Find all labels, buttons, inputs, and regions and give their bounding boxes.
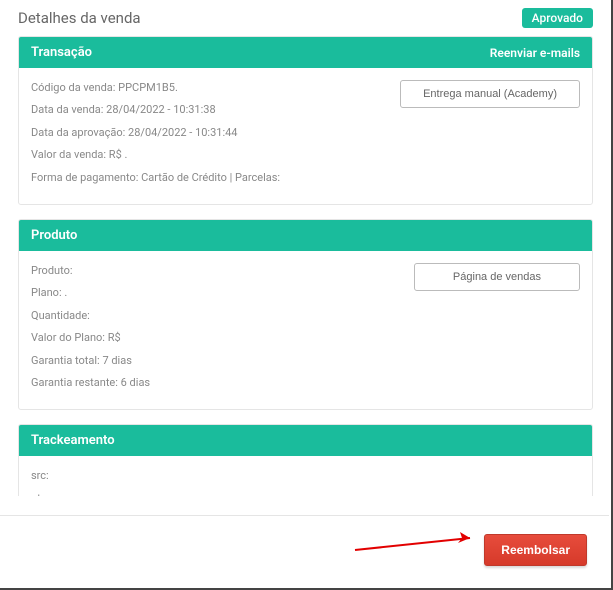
sale-value-field: Valor da venda: R$ .	[31, 147, 580, 162]
approval-date-field: Data da aprovação: 28/04/2022 - 10:31:44	[31, 125, 580, 140]
manual-delivery-button[interactable]: Entrega manual (Academy)	[400, 80, 580, 108]
warranty-remaining-field: Garantia restante: 6 dias	[31, 375, 580, 390]
modal-title: Detalhes da venda	[18, 9, 141, 27]
product-body: Página de vendas Produto: Plano: . Quant…	[19, 251, 592, 409]
transaction-header-title: Transação	[31, 45, 92, 60]
resend-emails-link[interactable]: Reenviar e-mails	[490, 46, 580, 60]
product-section: Produto Página de vendas Produto: Plano:…	[18, 219, 593, 410]
sales-page-button[interactable]: Página de vendas	[414, 263, 580, 291]
tracking-header-title: Trackeamento	[31, 433, 115, 448]
modal-body: Transação Reenviar e-mails Entrega manua…	[0, 36, 611, 496]
modal-footer: Reembolsar	[0, 515, 609, 588]
tracking-section: Trackeamento src: utm_source: utm_medium…	[18, 424, 593, 496]
product-header: Produto	[19, 220, 592, 251]
tracking-body: src: utm_source: utm_medium:	[19, 456, 592, 496]
payment-method-field: Forma de pagamento: Cartão de Crédito | …	[31, 170, 580, 185]
transaction-header: Transação Reenviar e-mails	[19, 37, 592, 68]
plan-value-field: Valor do Plano: R$	[31, 330, 580, 345]
transaction-body: Entrega manual (Academy) Código da venda…	[19, 68, 592, 204]
refund-button[interactable]: Reembolsar	[484, 534, 587, 566]
utm-source-field: utm_source:	[31, 491, 580, 496]
transaction-section: Transação Reenviar e-mails Entrega manua…	[18, 36, 593, 205]
status-badge: Aprovado	[522, 8, 593, 28]
quantity-field: Quantidade:	[31, 308, 580, 323]
src-field: src:	[31, 468, 580, 483]
modal-header: Detalhes da venda Aprovado	[0, 0, 611, 36]
tracking-header: Trackeamento	[19, 425, 592, 456]
warranty-total-field: Garantia total: 7 dias	[31, 353, 580, 368]
product-header-title: Produto	[31, 228, 77, 243]
